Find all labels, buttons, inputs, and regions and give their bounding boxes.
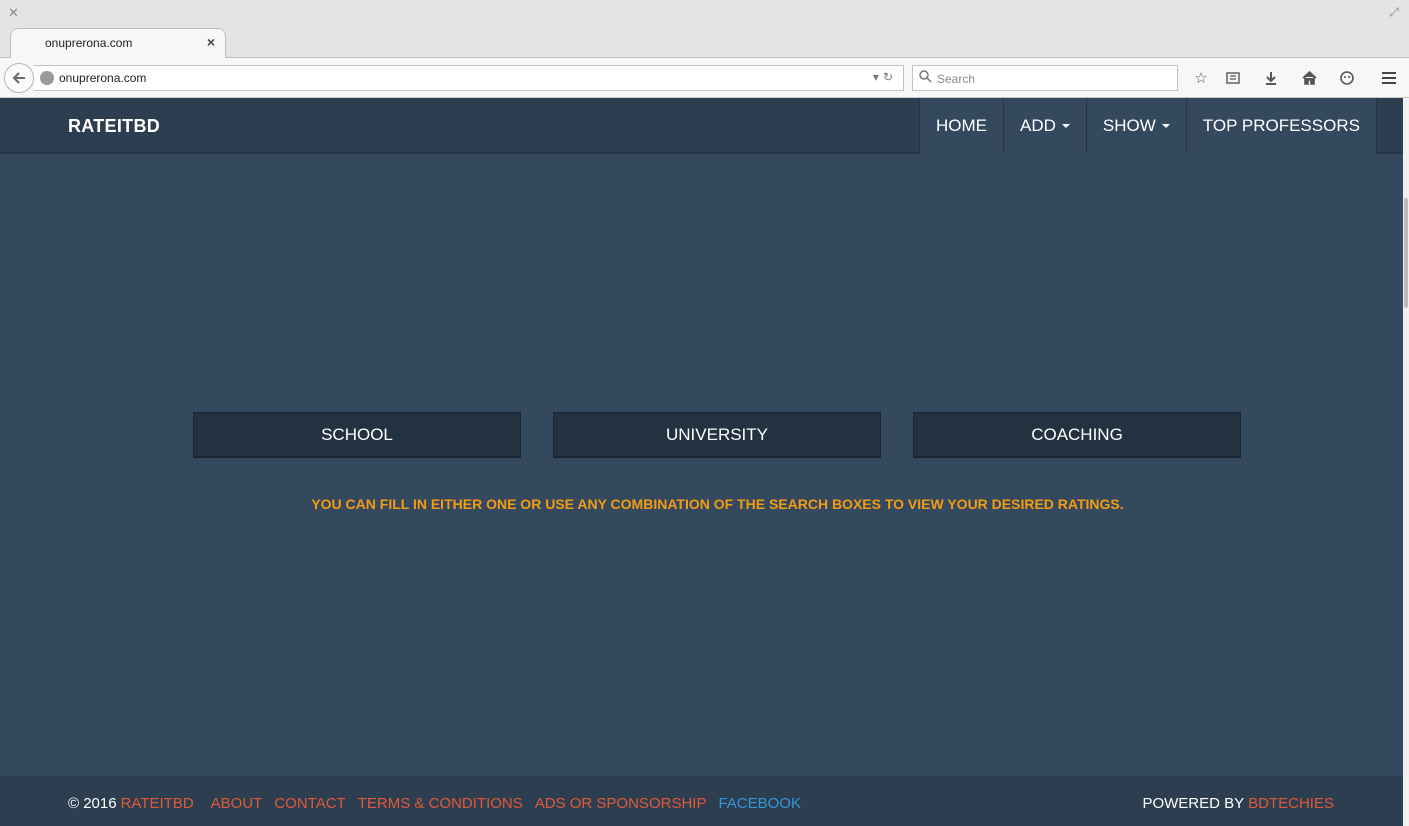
nav-menu: HOME ADD SHOW TOP PROFESSORS <box>919 98 1377 154</box>
search-icon <box>919 70 932 83</box>
browser-tab[interactable]: onuprerona.com × <box>10 28 226 59</box>
nav-add-dropdown[interactable]: ADD <box>1003 98 1086 154</box>
footer-link-bdtechies[interactable]: BDTECHIES <box>1248 795 1334 812</box>
powered-by: POWERED BY BDTECHIES <box>1142 795 1334 812</box>
url-bar[interactable]: onuprerona.com ▾↻ <box>34 65 904 91</box>
search-input[interactable] <box>937 70 1167 87</box>
nav-home[interactable]: HOME <box>919 98 1003 154</box>
footer-link-terms[interactable]: TERMS & CONDITIONS <box>358 795 523 812</box>
page-content: RATEITBD HOME ADD SHOW TOP PROFESSORS SC… <box>0 98 1403 826</box>
scrollbar-thumb[interactable] <box>1404 198 1408 308</box>
tab-title: onuprerona.com <box>45 36 133 50</box>
home-icon[interactable] <box>1299 68 1319 88</box>
tab-close-icon[interactable]: × <box>207 34 215 50</box>
window-close-icon[interactable]: ✕ <box>8 5 19 21</box>
copyright-text: © 2016 <box>68 795 117 812</box>
footer-link-ads[interactable]: ADS OR SPONSORSHIP <box>535 795 707 812</box>
nav-top-professors[interactable]: TOP PROFESSORS <box>1185 98 1377 154</box>
site-navbar: RATEITBD HOME ADD SHOW TOP PROFESSORS <box>0 98 1403 154</box>
nav-show-dropdown[interactable]: SHOW <box>1085 98 1186 154</box>
chat-icon[interactable] <box>1337 68 1357 88</box>
bookmark-star-icon[interactable]: ☆ <box>1191 68 1211 88</box>
footer-link-contact[interactable]: CONTACT <box>274 795 345 812</box>
school-button[interactable]: SCHOOL <box>193 412 521 458</box>
brand-logo[interactable]: RATEITBD <box>68 116 160 137</box>
caret-down-icon <box>1161 124 1170 128</box>
footer-link-about[interactable]: ABOUT <box>211 795 263 812</box>
hamburger-menu-icon[interactable] <box>1379 68 1399 88</box>
browser-navbar: onuprerona.com ▾↻ ☆ <box>0 58 1409 98</box>
reading-list-icon[interactable] <box>1223 68 1243 88</box>
site-footer: © 2016 RATEITBD ABOUT CONTACT TERMS & CO… <box>0 776 1403 826</box>
url-text: onuprerona.com <box>59 71 147 85</box>
search-hint-text: YOU CAN FILL IN EITHER ONE OR USE ANY CO… <box>311 496 1124 512</box>
powered-by-label: POWERED BY <box>1142 795 1245 812</box>
caret-down-icon <box>1061 124 1070 128</box>
page-scrollbar[interactable] <box>1403 98 1409 826</box>
coaching-button[interactable]: COACHING <box>913 412 1241 458</box>
footer-link-rateitbd[interactable]: RATEITBD <box>121 795 194 812</box>
download-icon[interactable] <box>1261 68 1281 88</box>
window-expand-icon[interactable]: ⤢ <box>1389 5 1399 20</box>
browser-search-box[interactable] <box>912 65 1178 91</box>
globe-icon <box>40 71 54 85</box>
url-dropdown-reload-icons[interactable]: ▾↻ <box>873 70 897 84</box>
back-button[interactable] <box>4 63 34 93</box>
back-arrow-icon <box>12 72 25 84</box>
footer-links: © 2016 RATEITBD ABOUT CONTACT TERMS & CO… <box>68 795 801 812</box>
footer-link-facebook[interactable]: FACEBOOK <box>718 795 801 812</box>
browser-titlebar: ✕ ⤢ onuprerona.com × <box>0 0 1409 59</box>
university-button[interactable]: UNIVERSITY <box>553 412 881 458</box>
